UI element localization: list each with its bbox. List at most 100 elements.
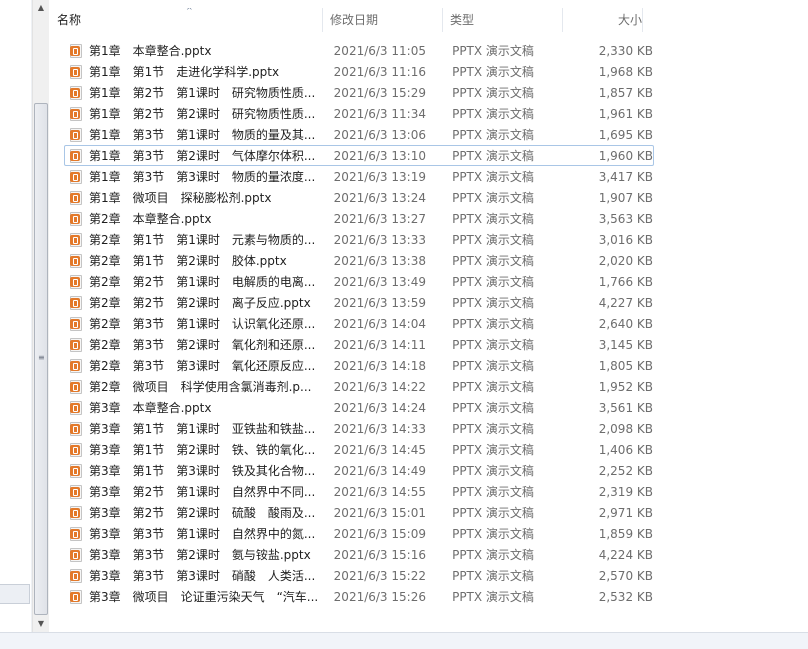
file-modified-date: 2021/6/3 15:22 (333, 568, 426, 583)
file-row[interactable]: 第3章 第2节 第2课时 硫酸 酸雨及... 2021/6/3 15:01 PPTX… (64, 502, 654, 523)
pptx-file-icon (70, 442, 82, 457)
file-name: 第1章 第3节 第3课时 物质的量浓度... (88, 170, 316, 184)
file-size: 3,016 KB (598, 232, 653, 247)
file-name: 第2章 第2节 第1课时 电解质的电离... (88, 275, 316, 289)
file-row[interactable]: 第2章 第3节 第1课时 认识氧化还原... 2021/6/3 14:04 PPTX… (64, 313, 654, 334)
file-name: 第3章 第3节 第1课时 自然界中的氮... (88, 527, 316, 541)
pptx-file-icon (70, 85, 82, 100)
file-name: 第1章 第2节 第2课时 研究物质性质... (88, 107, 316, 121)
column-header-name[interactable]: ^ 名称 (50, 8, 323, 32)
file-row[interactable]: 第1章 微项目 探秘膨松剂.pptx 2021/6/3 13:24 PPTX 演示文… (64, 187, 654, 208)
pptx-file-icon (70, 64, 82, 79)
pptx-file-icon (70, 589, 82, 604)
file-name: 第2章 第2节 第2课时 离子反应.pptx (88, 296, 311, 310)
file-row[interactable]: 第1章 第3节 第3课时 物质的量浓度... 2021/6/3 13:19 PPTX… (64, 166, 654, 187)
column-header: ^ 名称 修改日期 类型 大小 (50, 8, 808, 32)
file-name: 第3章 微项目 论证重污染天气 “汽车... (88, 590, 319, 604)
file-modified-date: 2021/6/3 15:26 (333, 589, 426, 604)
file-name: 第3章 第1节 第1课时 亚铁盐和铁盐... (88, 422, 316, 436)
file-row[interactable]: 第3章 第1节 第3课时 铁及其化合物... 2021/6/3 14:49 PPTX… (64, 460, 654, 481)
file-row[interactable]: 第2章 第1节 第2课时 胶体.pptx 2021/6/3 13:38 PPTX 演… (64, 250, 654, 271)
column-header-type[interactable]: 类型 (443, 8, 563, 32)
file-size: 1,766 KB (598, 274, 653, 289)
scroll-up-arrow-icon[interactable]: ▲ (33, 0, 49, 16)
file-row[interactable]: 第3章 微项目 论证重污染天气 “汽车... 2021/6/3 15:26 PPTX… (64, 586, 654, 607)
pptx-file-icon (70, 400, 82, 415)
file-row[interactable]: 第3章 第1节 第2课时 铁、铁的氧化... 2021/6/3 14:45 PPTX… (64, 439, 654, 460)
file-size: 1,907 KB (598, 190, 653, 205)
file-name: 第2章 微项目 科学使用含氯消毒剂.p... (88, 380, 312, 394)
file-name: 第3章 第2节 第1课时 自然界中不同... (88, 485, 316, 499)
file-row[interactable]: 第2章 微项目 科学使用含氯消毒剂.p... 2021/6/3 14:22 PPTX… (64, 376, 654, 397)
navigation-pane-horizontal-scrollbar[interactable] (0, 584, 30, 604)
file-type: PPTX 演示文稿 (452, 65, 534, 79)
pptx-file-icon (70, 232, 82, 247)
column-header-date-label: 修改日期 (330, 13, 379, 27)
pptx-file-icon (70, 316, 82, 331)
file-modified-date: 2021/6/3 13:10 (333, 148, 426, 163)
file-modified-date: 2021/6/3 13:38 (333, 253, 426, 268)
file-name: 第2章 第3节 第2课时 氧化剂和还原... (88, 338, 316, 352)
file-row[interactable]: 第2章 第1节 第1课时 元素与物质的... 2021/6/3 13:33 PPTX… (64, 229, 654, 250)
file-size: 3,145 KB (598, 337, 653, 352)
file-size: 1,805 KB (598, 358, 653, 373)
file-modified-date: 2021/6/3 13:59 (333, 295, 426, 310)
file-size: 1,406 KB (598, 442, 653, 457)
file-row[interactable]: 第2章 第3节 第2课时 氧化剂和还原... 2021/6/3 14:11 PPTX… (64, 334, 654, 355)
file-type: PPTX 演示文稿 (452, 401, 534, 415)
file-type: PPTX 演示文稿 (452, 443, 534, 457)
file-row[interactable]: 第3章 第1节 第1课时 亚铁盐和铁盐... 2021/6/3 14:33 PPTX… (64, 418, 654, 439)
file-row[interactable]: 第3章 第3节 第2课时 氨与铵盐.pptx 2021/6/3 15:16 PPTX… (64, 544, 654, 565)
file-row[interactable]: 第3章 第3节 第3课时 硝酸 人类活... 2021/6/3 15:22 PPTX… (64, 565, 654, 586)
scroll-down-arrow-icon[interactable]: ▼ (33, 616, 49, 632)
file-modified-date: 2021/6/3 11:16 (333, 64, 426, 79)
file-row[interactable]: 第1章 本章整合.pptx 2021/6/3 11:05 PPTX 演示文稿 2,33… (64, 40, 654, 61)
pptx-file-icon (70, 253, 82, 268)
file-modified-date: 2021/6/3 14:49 (333, 463, 426, 478)
file-modified-date: 2021/6/3 13:33 (333, 232, 426, 247)
navigation-pane-vertical-scrollbar[interactable]: ▲ ≡ ▼ (32, 0, 49, 632)
file-row[interactable]: 第1章 第2节 第1课时 研究物质性质... 2021/6/3 15:29 PPTX… (64, 82, 654, 103)
file-type: PPTX 演示文稿 (452, 170, 534, 184)
column-header-type-label: 类型 (450, 13, 475, 27)
file-modified-date: 2021/6/3 14:22 (333, 379, 426, 394)
file-modified-date: 2021/6/3 11:34 (333, 106, 426, 121)
file-size: 2,020 KB (598, 253, 653, 268)
pptx-file-icon (70, 43, 82, 58)
file-row[interactable]: 第1章 第1节 走进化学科学.pptx 2021/6/3 11:16 PPTX 演示… (64, 61, 654, 82)
file-row[interactable]: 第1章 第3节 第2课时 气体摩尔体积... 2021/6/3 13:10 PPTX… (64, 145, 654, 166)
file-row[interactable]: 第1章 第2节 第2课时 研究物质性质... 2021/6/3 11:34 PPTX… (64, 103, 654, 124)
file-row[interactable]: 第3章 第3节 第1课时 自然界中的氮... 2021/6/3 15:09 PPTX… (64, 523, 654, 544)
file-modified-date: 2021/6/3 15:09 (333, 526, 426, 541)
file-row[interactable]: 第3章 本章整合.pptx 2021/6/3 14:24 PPTX 演示文稿 3,56… (64, 397, 654, 418)
file-size: 1,960 KB (598, 148, 653, 163)
file-row[interactable]: 第2章 第3节 第3课时 氧化还原反应... 2021/6/3 14:18 PPTX… (64, 355, 654, 376)
file-size: 2,252 KB (598, 463, 653, 478)
file-size: 1,857 KB (598, 85, 653, 100)
file-row[interactable]: 第2章 第2节 第1课时 电解质的电离... 2021/6/3 13:49 PPTX… (64, 271, 654, 292)
file-modified-date: 2021/6/3 14:33 (333, 421, 426, 436)
file-name: 第2章 第1节 第1课时 元素与物质的... (88, 233, 316, 247)
file-modified-date: 2021/6/3 15:16 (333, 547, 426, 562)
pptx-file-icon (70, 526, 82, 541)
scrollbar-thumb[interactable]: ≡ (34, 103, 48, 615)
file-size: 2,532 KB (598, 589, 653, 604)
pptx-file-icon (70, 295, 82, 310)
pptx-file-icon (70, 505, 82, 520)
file-name: 第2章 本章整合.pptx (88, 212, 212, 226)
file-modified-date: 2021/6/3 14:11 (333, 337, 426, 352)
file-name: 第1章 微项目 探秘膨松剂.pptx (88, 191, 272, 205)
file-row[interactable]: 第3章 第2节 第1课时 自然界中不同... 2021/6/3 14:55 PPTX… (64, 481, 654, 502)
file-size: 1,968 KB (598, 64, 653, 79)
file-size: 1,695 KB (598, 127, 653, 142)
file-type: PPTX 演示文稿 (452, 380, 534, 394)
file-size: 4,224 KB (598, 547, 653, 562)
header-top-area (50, 0, 808, 8)
file-row[interactable]: 第2章 第2节 第2课时 离子反应.pptx 2021/6/3 13:59 PPTX… (64, 292, 654, 313)
file-modified-date: 2021/6/3 15:01 (333, 505, 426, 520)
column-header-size[interactable]: 大小 (563, 8, 643, 32)
file-row[interactable]: 第1章 第3节 第1课时 物质的量及其... 2021/6/3 13:06 PPTX… (64, 124, 654, 145)
column-header-date[interactable]: 修改日期 (323, 8, 443, 32)
file-row[interactable]: 第2章 本章整合.pptx 2021/6/3 13:27 PPTX 演示文稿 3,56… (64, 208, 654, 229)
status-bar (0, 632, 808, 649)
